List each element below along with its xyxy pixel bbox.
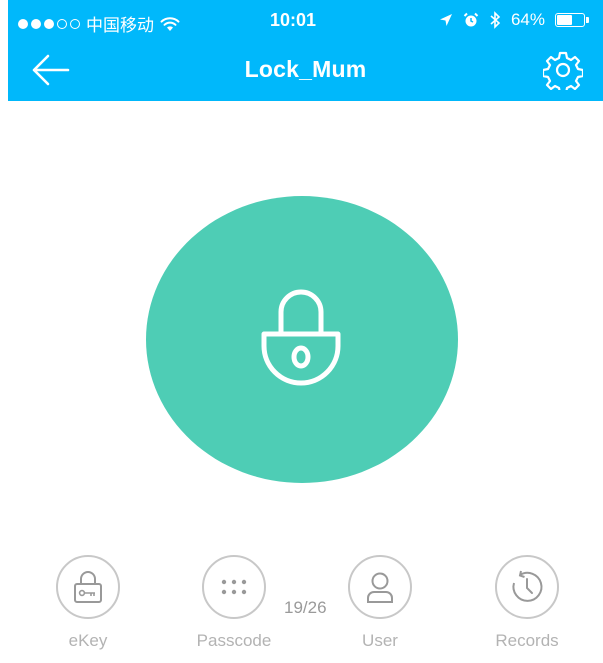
user-button-ring[interactable] — [348, 555, 412, 619]
history-clock-icon — [512, 570, 543, 602]
ekey-button-ring[interactable] — [56, 555, 120, 619]
battery-fill — [557, 15, 572, 25]
carrier-label: 中国移动 — [86, 16, 154, 35]
status-right: 64% — [439, 10, 589, 30]
lock-unlock-button[interactable] — [146, 196, 458, 483]
tab-passcode[interactable]: Passcode — [174, 555, 294, 651]
nav-bar: Lock_Mum — [8, 40, 603, 101]
header: 中国移动 10:01 64% Lock_Mum — [8, 0, 603, 101]
keypad-icon — [221, 579, 247, 595]
tab-ekey-label: eKey — [68, 631, 108, 650]
bluetooth-icon — [490, 11, 501, 29]
status-time: 10:01 — [270, 10, 317, 30]
records-button-ring[interactable] — [495, 555, 559, 619]
passcode-button-ring[interactable] — [202, 555, 266, 619]
padlock-icon — [261, 289, 341, 386]
gear-icon[interactable] — [543, 50, 583, 90]
battery-icon — [555, 13, 589, 27]
tab-records-label: Records — [495, 631, 559, 650]
tab-ekey[interactable]: eKey — [28, 555, 148, 651]
alarm-icon — [463, 12, 479, 27]
battery-percentage: 64% — [510, 10, 545, 29]
tab-records[interactable]: Records — [467, 555, 587, 651]
tab-user[interactable]: User — [320, 555, 440, 651]
signal-dots-icon — [18, 18, 80, 29]
tab-user-label: User — [362, 631, 398, 650]
user-icon — [367, 572, 393, 603]
status-left: 中国移动 — [18, 11, 180, 36]
ekey-icon — [74, 571, 102, 603]
tab-passcode-label: Passcode — [196, 631, 272, 650]
status-bar: 中国移动 10:01 64% — [8, 0, 603, 40]
page-title: Lock_Mum — [244, 56, 367, 82]
wifi-icon — [160, 16, 180, 31]
location-arrow-icon — [439, 14, 452, 26]
